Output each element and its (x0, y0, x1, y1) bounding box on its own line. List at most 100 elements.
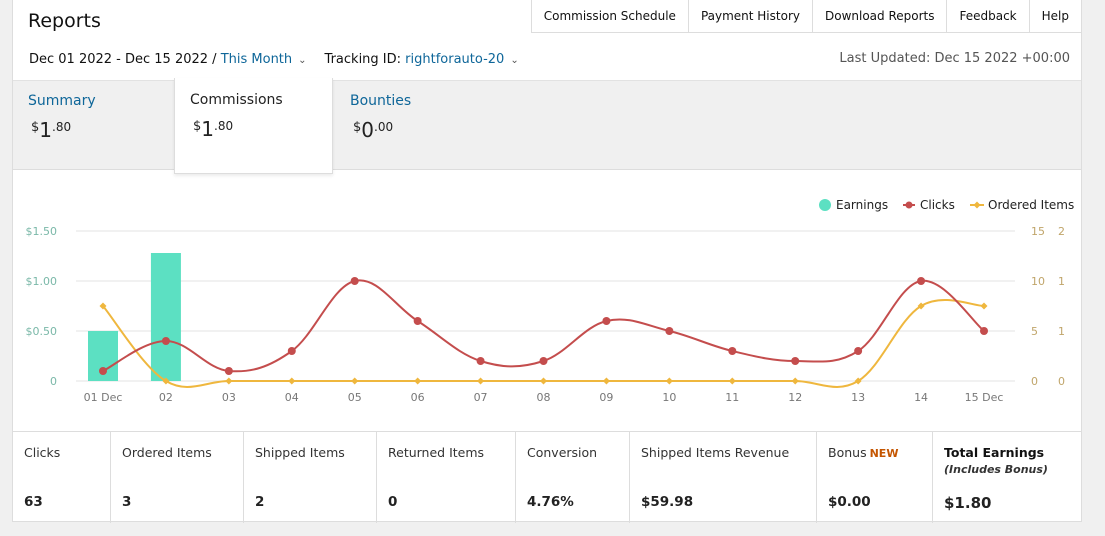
x-tick: 08 (537, 391, 551, 404)
y-right1-tick: 15 (1031, 225, 1045, 238)
ordered-items-line (102, 299, 985, 388)
ordered-items-point (728, 377, 736, 385)
metric-clicks: Clicks 63 (13, 432, 110, 523)
ordered-items-point (351, 377, 359, 385)
clicks-point (539, 357, 548, 365)
x-tick: 02 (159, 391, 173, 404)
metric-value: $1.80 (944, 494, 992, 512)
bounties-amount: $0.00 (353, 118, 394, 142)
tracking-label: Tracking ID: (324, 52, 402, 67)
ordered-items-point (414, 377, 422, 385)
help-link[interactable]: Help (1028, 0, 1081, 32)
x-tick: 01 Dec (84, 391, 123, 404)
y-right2-tick: 1 (1058, 275, 1065, 288)
y-right1-tick: 10 (1031, 275, 1045, 288)
tracking-id-dropdown[interactable]: rightforauto-20 (405, 52, 504, 67)
clicks-point (602, 317, 611, 325)
y-right2-tick: 2 (1058, 225, 1065, 238)
payment-history-link[interactable]: Payment History (687, 0, 812, 32)
metric-label: Total Earnings (944, 445, 1045, 460)
x-tick: 14 (914, 391, 928, 404)
y-left-tick: $1.50 (26, 225, 58, 238)
clicks-point (161, 337, 170, 345)
chevron-down-icon[interactable]: ⌄ (298, 55, 306, 66)
y-right1-tick: 5 (1031, 325, 1038, 338)
x-tick: 12 (788, 391, 802, 404)
ordered-items-point (602, 377, 610, 385)
top-navigation: Commission Schedule Payment History Down… (530, 0, 1082, 33)
ordered-items-point (477, 377, 485, 385)
metric-bonus: Bonus NEW $0.00 (816, 432, 932, 523)
clicks-point (350, 277, 359, 285)
y-left-tick: 0 (50, 375, 57, 388)
metric-shipped-items: Shipped Items 2 (243, 432, 376, 523)
legend-clicks-label: Clicks (920, 198, 955, 212)
y-left-tick: $1.00 (26, 275, 58, 288)
earnings-bars (88, 253, 181, 381)
metric-label: Clicks (24, 445, 61, 460)
y-right1-tick: 0 (1031, 375, 1038, 388)
metric-conversion: Conversion 4.76% (515, 432, 629, 523)
tab-summary-label: Summary (28, 93, 96, 109)
y-left-tick: $0.50 (26, 325, 58, 338)
earnings-bar (150, 253, 181, 381)
metric-value: 4.76% (527, 494, 574, 510)
metric-sublabel: (Includes Bonus) (944, 463, 1048, 476)
commissions-amount: $1.80 (193, 117, 234, 141)
x-tick: 03 (222, 391, 236, 404)
ordered-items-point (980, 302, 988, 310)
metric-value: 0 (388, 494, 398, 510)
chart-legend: Earnings Clicks Ordered Items (819, 198, 1074, 212)
x-tick: 11 (725, 391, 739, 404)
metric-returned-items: Returned Items 0 (376, 432, 515, 523)
legend-earnings-swatch (819, 199, 831, 211)
clicks-point (854, 347, 863, 355)
clicks-point (980, 327, 988, 335)
ordered-items-point (288, 377, 296, 385)
legend-ordered-label: Ordered Items (988, 198, 1074, 212)
metric-value: 63 (24, 494, 43, 510)
metric-label: Conversion (527, 445, 598, 460)
clicks-point (287, 347, 296, 355)
clicks-point (728, 347, 737, 355)
x-tick: 04 (285, 391, 299, 404)
x-tick: 15 Dec (965, 391, 1004, 404)
feedback-link[interactable]: Feedback (946, 0, 1028, 32)
legend-clicks-swatch (905, 201, 913, 209)
ordered-items-point (225, 377, 233, 385)
x-tick: 07 (474, 391, 488, 404)
ordered-items-point (665, 377, 673, 385)
ordered-items-point (791, 377, 799, 385)
chart-lines (99, 277, 988, 388)
x-tick: 06 (411, 391, 425, 404)
metric-label: Returned Items (388, 445, 485, 460)
date-range: Dec 01 2022 - Dec 15 2022 / (29, 52, 217, 67)
metric-value: 2 (255, 494, 265, 510)
tab-bounties-label: Bounties (350, 93, 412, 109)
legend-earnings-label: Earnings (836, 198, 888, 212)
metric-value: $59.98 (641, 494, 694, 510)
metric-label: Bonus NEW (828, 445, 899, 460)
metric-value: 3 (122, 494, 132, 510)
clicks-point (99, 367, 107, 375)
ordered-items-point (540, 377, 547, 385)
metric-shipped-revenue: Shipped Items Revenue $59.98 (629, 432, 816, 523)
legend-ordered-swatch (973, 201, 981, 209)
period-dropdown[interactable]: This Month (221, 52, 292, 67)
clicks-point (791, 357, 800, 365)
download-reports-link[interactable]: Download Reports (811, 0, 947, 32)
y-right2-tick: 0 (1058, 375, 1065, 388)
chevron-down-icon[interactable]: ⌄ (510, 55, 518, 66)
commission-schedule-link[interactable]: Commission Schedule (532, 0, 688, 32)
clicks-point (665, 327, 674, 335)
y-right2-tick: 1 (1058, 325, 1065, 338)
x-tick: 13 (851, 391, 865, 404)
x-tick: 05 (348, 391, 362, 404)
x-tick: 09 (599, 391, 613, 404)
metric-label: Ordered Items (122, 445, 212, 460)
summary-amount: $1.80 (31, 118, 72, 142)
x-tick: 10 (662, 391, 676, 404)
tab-commissions[interactable]: Commissions $1.80 (174, 78, 333, 174)
metric-label: Shipped Items Revenue (641, 445, 790, 460)
clicks-point (917, 277, 926, 285)
